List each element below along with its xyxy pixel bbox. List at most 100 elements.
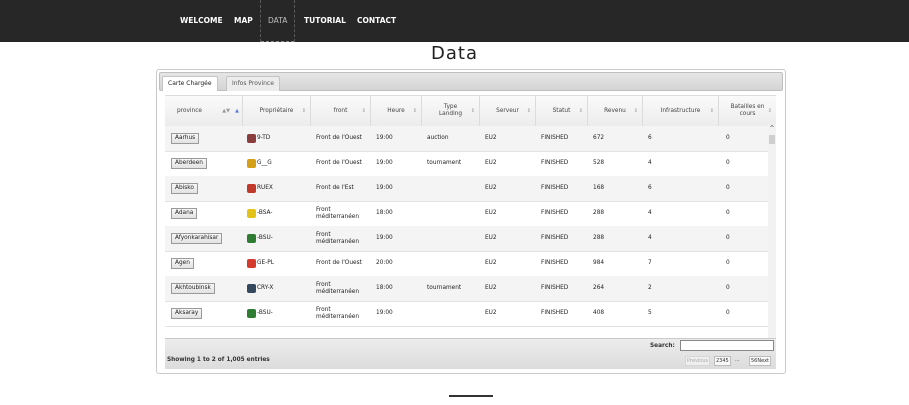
table-footer: Search: Showing 1 to 2 of 1,005 entries … <box>165 338 776 369</box>
table-row[interactable]: Abisko RUEX Front de l'Est 19:00 EU2 FINISHED… <box>165 176 768 202</box>
column-header-heure[interactable]: Heure ⇕ <box>371 96 422 126</box>
province-button[interactable]: Aberdeen <box>171 158 207 169</box>
owner-tag: -BSA- <box>257 210 273 216</box>
column-header-infrastructure[interactable]: Infrastructure ⇕ <box>643 96 719 126</box>
page-title: Data <box>431 43 478 64</box>
cell-time: 19:00 <box>376 126 393 151</box>
cell-front: Front de l'Ouest <box>316 126 368 151</box>
cell-text: Front méditerranéen <box>316 231 360 245</box>
province-button[interactable]: Adana <box>171 208 198 219</box>
province-button[interactable]: Aarhus <box>171 133 200 144</box>
owner-tag: RUEX <box>257 185 273 191</box>
sort-icon: ⇕ <box>301 108 306 114</box>
nav-tutorial[interactable]: TUTORIAL <box>304 0 346 42</box>
flame-icon <box>247 259 256 268</box>
province-button[interactable]: Afyonkarahisar <box>171 233 223 244</box>
cell-front: Front méditerranéen <box>316 226 368 251</box>
cell-text: EU2 <box>485 210 497 216</box>
data-table: province ▲▼ ▲ Propriétaire ⇕ front ⇕ Heure… <box>165 95 776 365</box>
cell-text: EU2 <box>485 135 497 141</box>
table-row[interactable]: Aarhus 9-TD Front de l'Ouest 19:00 auction EU… <box>165 126 768 152</box>
cell-text: 4 <box>648 210 652 216</box>
nav-welcome[interactable]: WELCOME <box>180 0 223 42</box>
cell-owner: 9-TD <box>247 126 270 151</box>
table-row[interactable]: Afyonkarahisar -BSU- Front méditerranéen 19… <box>165 226 768 252</box>
cell-text: EU2 <box>485 160 497 166</box>
cell-landing: tournament <box>427 276 461 301</box>
tank-icon <box>247 134 256 143</box>
column-label: front <box>333 107 348 114</box>
cell-owner: RUEX <box>247 176 273 201</box>
column-header-statut[interactable]: Statut ⇕ <box>536 96 588 126</box>
cell-infra: 6 <box>648 176 652 201</box>
column-header-type-landing[interactable]: Type Landing ⇕ <box>422 96 480 126</box>
cell-front: Front méditerranéen <box>316 201 368 226</box>
data-panel: Carte Chargée Infos Province province ▲▼… <box>156 69 786 374</box>
cell-text: FINISHED <box>541 260 569 266</box>
cell-time: 19:00 <box>376 176 393 201</box>
cell-owner: CRY-X <box>247 276 273 301</box>
cell-owner: -BSU- <box>247 301 273 326</box>
tab-carte-chargee[interactable]: Carte Chargée <box>162 76 218 91</box>
cell-front: Front méditerranéen <box>316 301 368 326</box>
tab-infos-province[interactable]: Infos Province <box>226 76 280 91</box>
column-header-serveur[interactable]: Serveur ⇕ <box>480 96 536 126</box>
sort-icon: ⇕ <box>361 108 366 114</box>
province-button[interactable]: Aksaray <box>171 308 203 319</box>
cell-server: EU2 <box>485 151 497 176</box>
sort-asc-icon: ▲ <box>235 108 239 114</box>
sort-icon: ⇕ <box>526 108 531 114</box>
search-input[interactable] <box>680 340 774 351</box>
cell-text: Front méditerranéen <box>316 281 360 295</box>
cell-front: Front de l'Est <box>316 176 368 201</box>
cell-server: EU2 <box>485 126 497 151</box>
column-header-province[interactable]: province ▲▼ ▲ <box>165 96 243 126</box>
sort-icon: ⇕ <box>633 108 638 114</box>
column-label: province <box>177 107 202 114</box>
scroll-thumb[interactable] <box>769 135 775 144</box>
cell-text: auction <box>427 135 449 141</box>
column-header-revenu[interactable]: Revenu ⇕ <box>588 96 643 126</box>
nav-contact[interactable]: CONTACT <box>357 0 396 42</box>
cell-battles: 0 <box>726 176 730 201</box>
province-button[interactable]: Akhtoubinsk <box>171 283 215 294</box>
cell-time: 18:00 <box>376 276 393 301</box>
cell-status: FINISHED <box>541 201 568 226</box>
scroll-up-icon[interactable]: ^ <box>768 125 776 132</box>
table-row[interactable]: Akhtoubinsk CRY-X Front méditerranéen 18:00… <box>165 276 768 302</box>
column-label: Type Landing <box>438 104 463 117</box>
cell-text: 0 <box>726 210 730 216</box>
pager-previous[interactable]: Previous <box>685 356 711 366</box>
cell-text: EU2 <box>485 185 497 191</box>
cell-status: FINISHED <box>541 126 568 151</box>
cell-time: 19:00 <box>376 226 393 251</box>
cell-province: Adana <box>171 201 198 226</box>
cell-battles: 0 <box>726 226 730 251</box>
table-row[interactable]: Aberdeen G__G Front de l'Ouest 19:00 tournam… <box>165 151 768 177</box>
cell-text: FINISHED <box>541 285 569 291</box>
province-button[interactable]: Abisko <box>171 183 198 194</box>
cell-time: 19:00 <box>376 151 393 176</box>
column-header-proprietaire[interactable]: Propriétaire ⇕ <box>243 96 311 126</box>
nav-map[interactable]: MAP <box>234 0 253 42</box>
cell-status: FINISHED <box>541 301 568 326</box>
sort-icon: ⇕ <box>709 108 714 114</box>
province-button[interactable]: Agen <box>171 258 194 269</box>
table-row[interactable]: Aksaray -BSU- Front méditerranéen 19:00 EU2 F… <box>165 301 768 327</box>
cell-revenue: 672 <box>593 126 604 151</box>
cell-text: 984 <box>593 260 605 266</box>
column-header-front[interactable]: front ⇕ <box>311 96 371 126</box>
pager-pages[interactable]: 2345 <box>714 356 731 366</box>
table-row[interactable]: Adana -BSA- Front méditerranéen 18:00 EU2 FIN… <box>165 201 768 227</box>
vertical-scrollbar[interactable]: ^ v <box>768 125 776 351</box>
shield-icon <box>247 284 256 293</box>
cell-text: 2 <box>648 285 652 291</box>
cell-text: Front de l'Ouest <box>316 260 362 266</box>
column-header-batailles[interactable]: Batailles en cours ⇕ <box>719 96 776 126</box>
cell-status: FINISHED <box>541 276 568 301</box>
pager-next[interactable]: 56Next <box>749 356 772 366</box>
table-row[interactable]: Agen GE-PL Front de l'Ouest 20:00 EU2 FINISHE… <box>165 251 768 277</box>
nav-data[interactable]: DATA <box>260 0 296 42</box>
column-label: Batailles en cours <box>730 104 765 117</box>
cell-server: EU2 <box>485 276 497 301</box>
